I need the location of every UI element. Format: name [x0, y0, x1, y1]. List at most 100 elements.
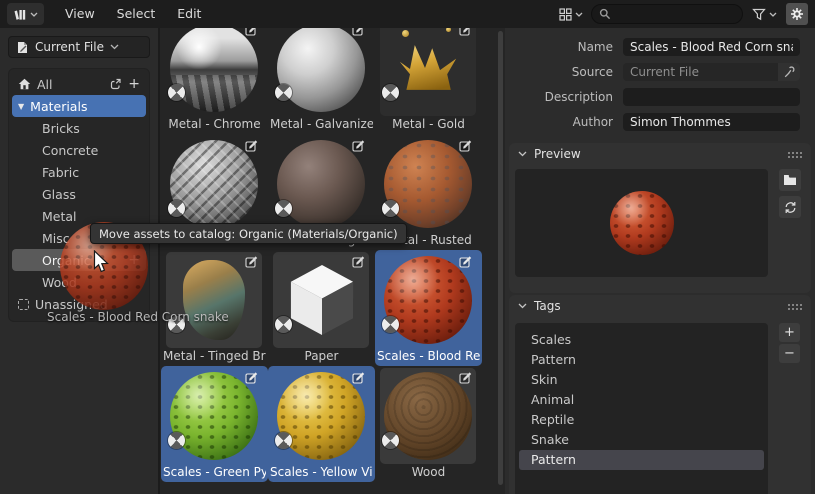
tag-row[interactable]: Animal	[519, 390, 764, 410]
catalog-concrete[interactable]: Concrete	[12, 139, 146, 161]
panel-drag-handle[interactable]	[787, 303, 802, 310]
panel-drag-handle[interactable]	[787, 151, 802, 158]
chevron-down-icon	[575, 12, 583, 17]
preview-panel-header[interactable]: Preview	[509, 143, 811, 165]
asset-thumbnail	[271, 252, 369, 348]
asset-details-region: Name Source Current File Description Aut…	[505, 28, 815, 494]
preview-image	[515, 169, 768, 277]
add-catalog-arrow-icon[interactable]	[110, 78, 123, 90]
edit-asset-icon	[459, 371, 473, 385]
tags-panel-header[interactable]: Tags	[509, 295, 811, 317]
description-field-label: Description	[544, 90, 613, 104]
gear-icon	[790, 7, 804, 21]
filter-funnel-icon	[752, 8, 766, 21]
source-field: Current File	[623, 63, 800, 81]
asset-thumbnail	[378, 136, 476, 232]
edit-asset-icon	[245, 255, 259, 269]
tag-row[interactable]: Pattern	[519, 350, 764, 370]
catalog-materials[interactable]: ▼ Materials	[12, 95, 146, 117]
blender-asset-browser-window: View Select Edit Current File All + ▼ Ma…	[0, 0, 815, 494]
editor-type-button[interactable]	[7, 3, 44, 25]
edit-asset-icon	[459, 139, 473, 153]
tag-row-selected[interactable]: Pattern	[519, 450, 764, 470]
asset-thumbnail	[378, 28, 476, 116]
edit-asset-icon	[245, 139, 259, 153]
asset-name: Scales - Green Pyt...	[163, 465, 266, 479]
settings-button[interactable]	[786, 3, 808, 25]
chevron-down-icon	[110, 44, 119, 50]
catalog-all[interactable]: All +	[12, 73, 146, 95]
load-custom-preview-button[interactable]	[779, 169, 801, 191]
asset-name: Metal - Tinged Bro...	[163, 349, 266, 363]
disclosure-triangle-icon[interactable]: ▼	[18, 102, 24, 111]
grid-scrollbar[interactable]	[498, 31, 503, 485]
drag-tooltip: Move assets to catalog: Organic (Materia…	[90, 223, 407, 244]
edit-asset-icon	[245, 28, 259, 37]
grid-view-icon	[559, 7, 572, 21]
current-file-icon	[16, 41, 29, 54]
asset-tile-metal-galvanized[interactable]: Metal - Galvanized	[268, 28, 375, 134]
asset-tile-metal-tinged-bronze[interactable]: Metal - Tinged Bro...	[161, 250, 268, 366]
asset-thumbnail	[271, 28, 369, 116]
source-field-label: Source	[571, 65, 613, 79]
asset-tile-wood[interactable]: Wood	[375, 366, 482, 482]
menu-edit[interactable]: Edit	[166, 0, 212, 28]
preview-sphere	[610, 191, 674, 255]
catalog-glass[interactable]: Glass	[12, 183, 146, 205]
asset-tile-metal-gold[interactable]: Metal - Gold	[375, 28, 482, 134]
catalog-bricks[interactable]: Bricks	[12, 117, 146, 139]
asset-tile-scales-yellow-viper[interactable]: Scales - Yellow Vip...	[268, 366, 375, 482]
preview-panel: Preview	[509, 143, 811, 293]
asset-library-select[interactable]: Current File	[8, 36, 150, 58]
edit-asset-icon	[459, 255, 473, 269]
description-field[interactable]	[623, 88, 800, 106]
asset-thumbnail	[271, 136, 369, 232]
asset-thumbnail	[378, 368, 476, 464]
menu-view[interactable]: View	[54, 0, 106, 28]
asset-tile-paper[interactable]: Paper	[268, 250, 375, 366]
catalog-label: Bricks	[42, 120, 80, 136]
menu-select[interactable]: Select	[106, 0, 167, 28]
catalog-fabric[interactable]: Fabric	[12, 161, 146, 183]
source-value: Current File	[630, 65, 699, 79]
tag-row[interactable]: Skin	[519, 370, 764, 390]
asset-thumbnail	[164, 136, 262, 232]
author-field[interactable]	[623, 113, 800, 131]
search-icon	[599, 8, 611, 20]
tools-button[interactable]	[778, 63, 800, 81]
asset-tile-metal-chrome[interactable]: Metal - Chrome	[161, 28, 268, 134]
search-field[interactable]	[591, 4, 766, 24]
asset-tile-scales-green-python[interactable]: Scales - Green Pyt...	[161, 366, 268, 482]
edit-asset-icon	[352, 371, 366, 385]
refresh-preview-button[interactable]	[779, 196, 801, 218]
display-size-button[interactable]	[559, 7, 583, 21]
asset-thumbnail	[378, 252, 476, 348]
tag-row[interactable]: Snake	[519, 430, 764, 450]
remove-tag-button[interactable]: −	[779, 344, 800, 363]
add-tag-button[interactable]: +	[779, 323, 800, 342]
name-field[interactable]	[623, 38, 800, 56]
asset-name: Paper	[304, 349, 339, 363]
tag-row[interactable]: Reptile	[519, 410, 764, 430]
catalog-label: Glass	[42, 186, 76, 202]
material-icon	[378, 80, 403, 105]
filter-button[interactable]	[752, 8, 777, 21]
asset-tile-scales-blood-red[interactable]: Scales - Blood Red...	[375, 250, 482, 366]
chevron-down-icon	[769, 12, 777, 17]
asset-name: Wood	[411, 465, 446, 479]
edit-asset-icon	[352, 139, 366, 153]
author-field-label: Author	[572, 115, 613, 129]
chevron-down-icon	[518, 151, 527, 157]
tags-panel: Tags Scales Pattern Skin Animal Reptile …	[509, 295, 811, 494]
asset-name: Metal - Gold	[392, 117, 465, 131]
chevron-down-icon	[30, 12, 38, 17]
catalog-label: All	[37, 76, 53, 92]
new-catalog-plus-icon[interactable]: +	[128, 77, 140, 91]
refresh-icon	[784, 201, 797, 214]
chevron-down-icon	[518, 303, 527, 309]
menu-bar: View Select Edit	[54, 0, 212, 28]
search-input[interactable]	[616, 7, 766, 21]
tag-row[interactable]: Scales	[519, 330, 764, 350]
asset-grid: Metal - Chrome Metal - Galvanized Metal …	[160, 28, 505, 494]
asset-thumbnail	[164, 368, 262, 464]
